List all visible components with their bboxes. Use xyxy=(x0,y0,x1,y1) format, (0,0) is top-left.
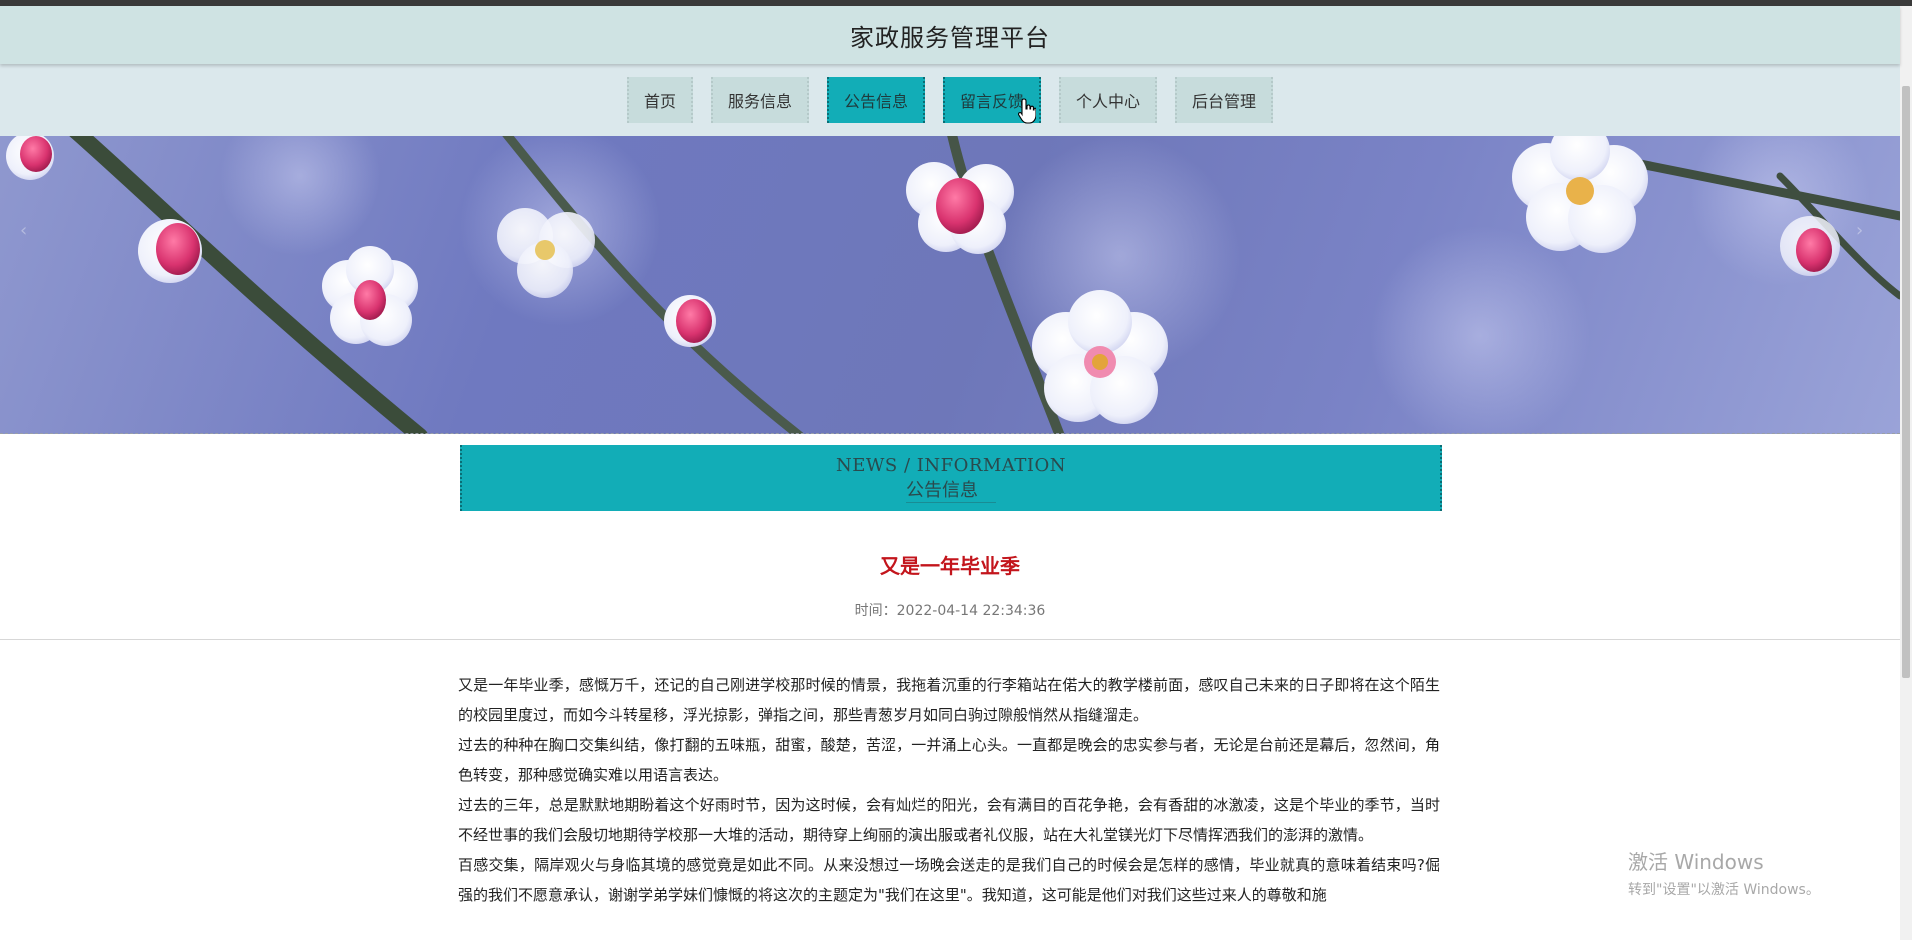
content-divider xyxy=(0,639,1900,640)
scrollbar-thumb[interactable] xyxy=(1902,86,1910,678)
article-paragraph: 过去的种种在胸口交集纠结，像打翻的五味瓶，甜蜜，酸楚，苦涩，一并涌上心头。一直都… xyxy=(458,736,1440,784)
section-title-cn: 公告信息 xyxy=(906,476,996,503)
watermark-sub: 转到"设置"以激活 Windows。 xyxy=(1628,882,1820,898)
article-body: 又是一年毕业季，感慨万千，还记的自己刚进学校那时候的情景，我拖着沉重的行李箱站在… xyxy=(458,670,1440,910)
article-paragraph: 百感交集，隔岸观火与身临其境的感觉竟是如此不同。从来没想过一场晚会送走的是我们自… xyxy=(458,856,1440,904)
article-title: 又是一年毕业季 xyxy=(880,554,1020,578)
chevron-left-icon[interactable]: ‹ xyxy=(20,220,27,241)
nav-item-home[interactable]: 首页 xyxy=(626,77,693,123)
banner-divider xyxy=(0,433,1900,434)
site-header: 家政服务管理平台 xyxy=(0,6,1900,64)
site-title: 家政服务管理平台 xyxy=(850,23,1050,52)
nav-item-personal-center[interactable]: 个人中心 xyxy=(1059,77,1158,123)
section-header: NEWS / INFORMATION 公告信息 xyxy=(460,445,1442,511)
section-title-en: NEWS / INFORMATION xyxy=(836,455,1066,476)
nav-item-admin[interactable]: 后台管理 xyxy=(1175,77,1274,123)
main-nav: 首页 服务信息 公告信息 留言反馈 个人中心 后台管理 xyxy=(0,64,1900,136)
nav-item-service-info[interactable]: 服务信息 xyxy=(710,77,809,123)
hand-cursor-icon xyxy=(1018,98,1036,124)
article-time: 时间：2022-04-14 22:34:36 xyxy=(854,603,1046,619)
plum-blossom-image xyxy=(6,136,1900,434)
hero-banner: ‹ › xyxy=(0,136,1900,434)
nav-item-announcements[interactable]: 公告信息 xyxy=(826,77,925,123)
windows-activation-watermark: 激活 Windows 转到"设置"以激活 Windows。 xyxy=(1628,846,1820,899)
article-paragraph: 又是一年毕业季，感慨万千，还记的自己刚进学校那时候的情景，我拖着沉重的行李箱站在… xyxy=(458,676,1440,724)
article-paragraph: 过去的三年，总是默默地期盼着这个好雨时节，因为这时候，会有灿烂的阳光，会有满目的… xyxy=(458,796,1440,844)
watermark-main: 激活 Windows xyxy=(1628,850,1764,874)
chevron-right-icon[interactable]: › xyxy=(1856,220,1863,241)
page-scrollbar[interactable] xyxy=(1900,6,1912,940)
